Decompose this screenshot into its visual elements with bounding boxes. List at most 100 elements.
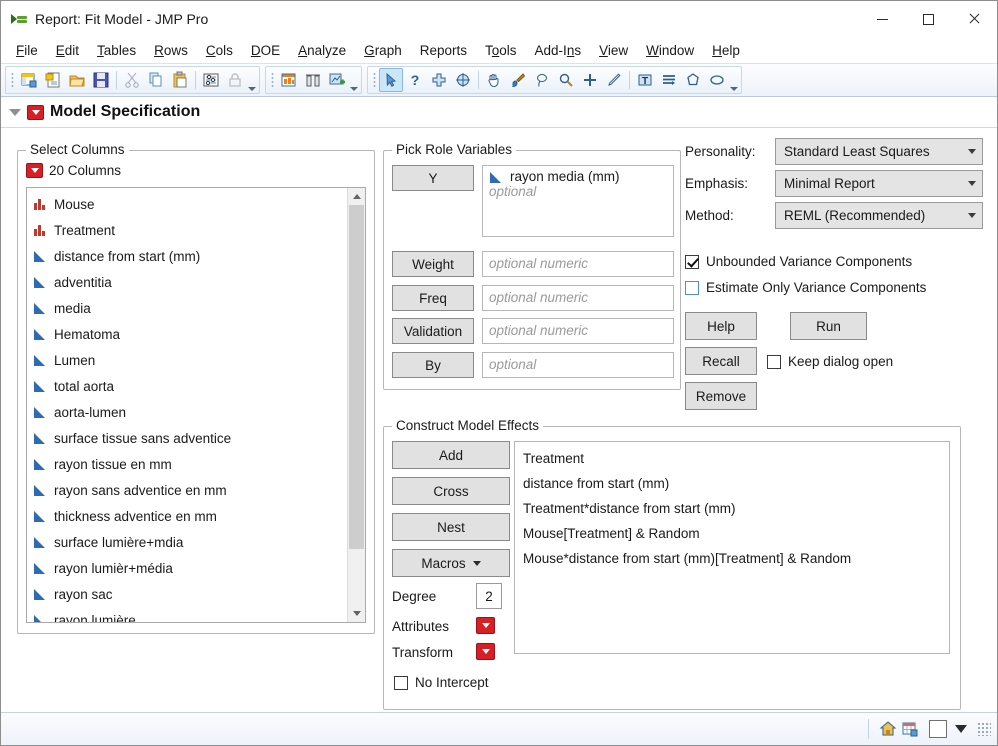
menu-window[interactable]: Window <box>637 40 703 61</box>
scroll-up-button[interactable] <box>348 188 365 205</box>
freq-role-field[interactable]: optional numeric <box>482 285 674 311</box>
validation-role-field[interactable]: optional numeric <box>482 318 674 344</box>
menu-analyze[interactable]: Analyze <box>289 40 355 61</box>
method-select[interactable]: REML (Recommended) <box>775 202 983 229</box>
column-list-item[interactable]: distance from start (mm) <box>31 243 347 269</box>
menu-edit[interactable]: Edit <box>47 40 88 61</box>
column-list-item[interactable]: Hematoma <box>31 321 347 347</box>
transform-menu-button[interactable] <box>476 643 495 660</box>
columns-listbox[interactable]: Mouse Treatment distance from start (mm) ad… <box>26 187 366 623</box>
hand-grabber-icon[interactable] <box>482 68 506 92</box>
brush-icon[interactable] <box>506 68 530 92</box>
text-tool-icon[interactable]: T <box>633 68 657 92</box>
column-list-item[interactable]: rayon sans adventice en mm <box>31 477 347 503</box>
crosshairs-plus-icon[interactable] <box>578 68 602 92</box>
scroll-down-button[interactable] <box>348 605 365 622</box>
scrollbar-thumb[interactable] <box>349 205 364 549</box>
column-list-item[interactable]: media <box>31 295 347 321</box>
ellipse-tool-icon[interactable] <box>705 68 729 92</box>
no-intercept-row[interactable]: No Intercept <box>394 675 489 690</box>
by-role-field[interactable]: optional <box>482 352 674 378</box>
emphasis-select[interactable]: Minimal Report <box>775 170 983 197</box>
column-list-item[interactable]: rayon lumièr+média <box>31 555 347 581</box>
red-triangle-menu-icon[interactable] <box>26 163 43 178</box>
columns-icon[interactable] <box>301 68 325 92</box>
column-list-item[interactable]: rayon lumière <box>31 607 347 622</box>
white-swatch[interactable] <box>929 720 947 738</box>
column-list-item[interactable]: Mouse <box>31 191 347 217</box>
copy-icon[interactable] <box>144 68 168 92</box>
run-button[interactable]: Run <box>790 312 867 340</box>
add-effect-button[interactable]: Add <box>392 441 510 469</box>
outline-triangle-icon[interactable] <box>9 108 21 116</box>
toolbar-overflow-button[interactable] <box>729 67 739 94</box>
save-icon[interactable] <box>89 68 113 92</box>
model-effects-listbox[interactable]: Treatment distance from start (mm) Treatme… <box>514 441 950 654</box>
polygon-tool-icon[interactable] <box>681 68 705 92</box>
toolbar-grip[interactable] <box>11 72 14 88</box>
menu-graph[interactable]: Graph <box>355 40 411 61</box>
target-icon[interactable] <box>451 68 475 92</box>
estimate-only-checkbox-row[interactable]: Estimate Only Variance Components <box>685 280 926 295</box>
no-intercept-checkbox[interactable] <box>394 675 408 690</box>
estimate-only-checkbox[interactable] <box>685 280 699 295</box>
menu-add-ins[interactable]: Add-Ins <box>526 40 591 61</box>
lasso-icon[interactable] <box>530 68 554 92</box>
magnifier-icon[interactable] <box>554 68 578 92</box>
menu-rows[interactable]: Rows <box>145 40 197 61</box>
degree-input[interactable]: 2 <box>476 583 502 609</box>
line-tool-icon[interactable] <box>657 68 681 92</box>
column-list-item[interactable]: total aorta <box>31 373 347 399</box>
add-graph-icon[interactable] <box>325 68 349 92</box>
help-question-icon[interactable]: ? <box>403 68 427 92</box>
model-effect-item[interactable]: distance from start (mm) <box>521 471 949 496</box>
remove-button[interactable]: Remove <box>685 382 757 410</box>
keep-dialog-open-row[interactable]: Keep dialog open <box>767 354 893 369</box>
toolbar-grip[interactable] <box>373 72 376 88</box>
column-list-item[interactable]: aorta-lumen <box>31 399 347 425</box>
open-file-icon[interactable] <box>65 68 89 92</box>
chevron-down-icon[interactable] <box>955 725 967 733</box>
toolbar-overflow-button[interactable] <box>247 67 257 94</box>
column-list-item[interactable]: adventitia <box>31 269 347 295</box>
by-role-button[interactable]: By <box>392 352 474 378</box>
freq-role-button[interactable]: Freq <box>392 285 474 311</box>
paste-icon[interactable] <box>168 68 192 92</box>
home-icon[interactable] <box>877 718 899 740</box>
scrollbar-track[interactable] <box>348 205 365 605</box>
attributes-menu-button[interactable] <box>476 617 495 634</box>
column-list-item[interactable]: surface lumière+mdia <box>31 529 347 555</box>
maximize-button[interactable] <box>905 1 951 37</box>
column-list-item[interactable]: rayon sac <box>31 581 347 607</box>
crosshair-icon[interactable] <box>427 68 451 92</box>
nest-effect-button[interactable]: Nest <box>392 513 510 541</box>
weight-role-button[interactable]: Weight <box>392 251 474 277</box>
cross-effect-button[interactable]: Cross <box>392 477 510 505</box>
macros-button[interactable]: Macros <box>392 549 510 577</box>
weight-role-field[interactable]: optional numeric <box>482 251 674 277</box>
model-effect-item[interactable]: Mouse*distance from start (mm)[Treatment… <box>521 546 949 571</box>
menu-view[interactable]: View <box>590 40 637 61</box>
unbounded-variance-checkbox[interactable] <box>685 254 699 269</box>
column-list-item[interactable]: surface tissue sans adventice <box>31 425 347 451</box>
close-button[interactable] <box>951 1 997 37</box>
y-role-button[interactable]: Y <box>392 165 474 191</box>
menu-file[interactable]: File <box>7 40 47 61</box>
toolbar-overflow-button[interactable] <box>349 67 359 94</box>
column-list-item[interactable]: rayon tissue en mm <box>31 451 347 477</box>
column-list-item[interactable]: Treatment <box>31 217 347 243</box>
model-effect-item[interactable]: Treatment*distance from start (mm) <box>521 496 949 521</box>
model-effect-item[interactable]: Mouse[Treatment] & Random <box>521 521 949 546</box>
toolbar-grip[interactable] <box>271 72 274 88</box>
red-triangle-menu-icon[interactable] <box>27 104 44 120</box>
data-filter-icon[interactable] <box>199 68 223 92</box>
columns-scrollbar[interactable] <box>347 188 365 622</box>
model-effect-item[interactable]: Treatment <box>521 446 949 471</box>
keep-dialog-open-checkbox[interactable] <box>767 354 781 369</box>
unbounded-variance-checkbox-row[interactable]: Unbounded Variance Components <box>685 254 912 269</box>
validation-role-button[interactable]: Validation <box>392 318 474 344</box>
menu-reports[interactable]: Reports <box>411 40 476 61</box>
new-report-icon[interactable] <box>277 68 301 92</box>
new-script-icon[interactable] <box>41 68 65 92</box>
help-button[interactable]: Help <box>685 312 757 340</box>
